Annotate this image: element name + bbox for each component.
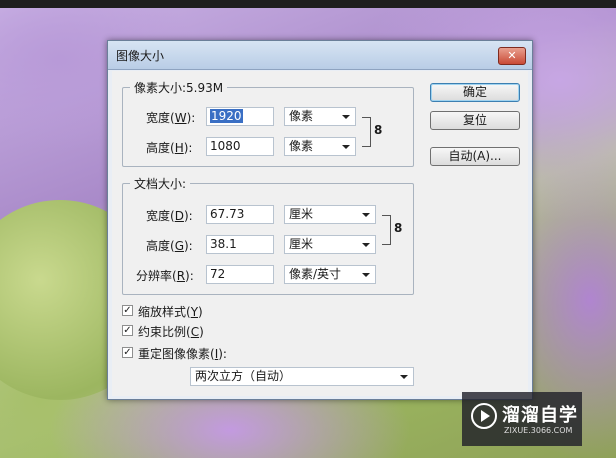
constrain-proportions-label: 约束比例(C) xyxy=(138,325,204,339)
doc-height-unit-select[interactable]: 厘米 xyxy=(284,235,376,254)
doc-constrain-bracket xyxy=(382,215,391,245)
resample-method-select[interactable]: 两次立方（自动） xyxy=(190,367,414,386)
chevron-down-icon xyxy=(342,145,350,149)
constrain-proportions-checkbox[interactable]: ✓ xyxy=(122,325,133,336)
close-button[interactable]: ✕ xyxy=(498,47,526,65)
watermark-url: ZIXUE.3066.COM xyxy=(504,426,573,435)
doc-height-input[interactable]: 38.1 xyxy=(206,235,274,254)
resolution-unit-select[interactable]: 像素/英寸 xyxy=(284,265,376,284)
document-size-legend: 文档大小: xyxy=(130,175,191,192)
resolution-input[interactable]: 72 xyxy=(206,265,274,284)
chain-link-icon: 8 xyxy=(374,123,383,137)
resolution-label: 分辨率(R): xyxy=(136,269,194,283)
watermark-name: 溜溜自学 xyxy=(502,405,578,426)
watermark-logo: 溜溜自学 ZIXUE.3066.COM xyxy=(462,392,582,446)
chevron-down-icon xyxy=(362,213,370,217)
window-top-edge xyxy=(0,0,616,8)
chevron-down-icon xyxy=(362,273,370,277)
scale-styles-checkbox[interactable]: ✓ xyxy=(122,305,133,316)
pixel-width-unit-select[interactable]: 像素 xyxy=(284,107,356,126)
dialog-titlebar[interactable]: 图像大小 ✕ xyxy=(108,41,532,70)
close-icon: ✕ xyxy=(507,49,517,62)
ok-button[interactable]: 确定 xyxy=(430,83,520,102)
scale-styles-label: 缩放样式(Y) xyxy=(138,305,203,319)
play-icon xyxy=(471,403,497,429)
pixel-width-label: 宽度(W): xyxy=(146,111,196,125)
pixel-height-label: 高度(H): xyxy=(146,141,193,155)
resample-checkbox[interactable]: ✓ xyxy=(122,347,133,358)
pixel-height-unit-select[interactable]: 像素 xyxy=(284,137,356,156)
dialog-title: 图像大小 xyxy=(116,49,165,63)
reset-button[interactable]: 复位 xyxy=(430,111,520,130)
image-size-dialog: 图像大小 ✕ 像素大小:5.93M 宽度(W): 1920 像素 高度(H): … xyxy=(107,40,533,400)
pixel-height-input[interactable]: 1080 xyxy=(206,137,274,156)
pixel-dimensions-legend: 像素大小:5.93M xyxy=(130,79,228,96)
pixel-width-input[interactable]: 1920 xyxy=(206,107,274,126)
chain-link-icon: 8 xyxy=(394,221,403,235)
dialog-body: 像素大小:5.93M 宽度(W): 1920 像素 高度(H): 1080 像素… xyxy=(112,71,528,396)
chevron-down-icon xyxy=(362,243,370,247)
chevron-down-icon xyxy=(342,115,350,119)
constrain-bracket xyxy=(362,117,371,147)
doc-height-label: 高度(G): xyxy=(146,239,193,253)
doc-width-unit-select[interactable]: 厘米 xyxy=(284,205,376,224)
doc-width-label: 宽度(D): xyxy=(146,209,193,223)
chevron-down-icon xyxy=(400,375,408,379)
auto-button[interactable]: 自动(A)... xyxy=(430,147,520,166)
doc-width-input[interactable]: 67.73 xyxy=(206,205,274,224)
resample-label: 重定图像像素(I): xyxy=(138,347,227,361)
